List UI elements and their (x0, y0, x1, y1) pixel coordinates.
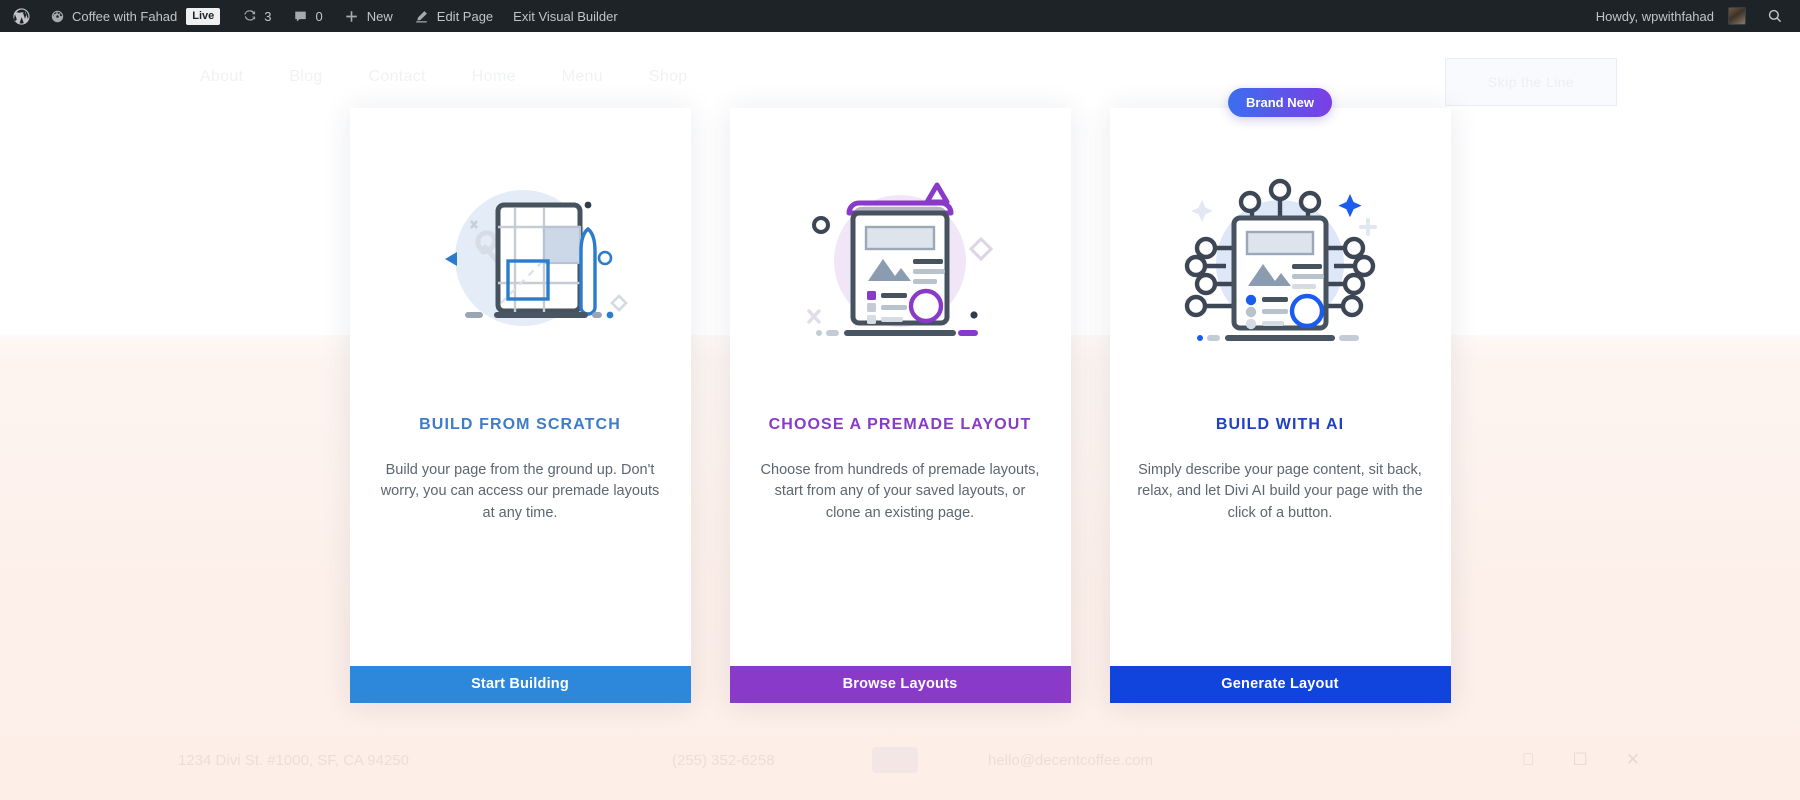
ai-circuit-page-illustration (1162, 108, 1398, 408)
comment-bubble-icon (292, 7, 310, 25)
footer-email: hello@decentcoffee.com (988, 751, 1154, 769)
new-content-menu[interactable]: New (333, 0, 403, 32)
skip-the-line-button[interactable]: Skip the Line (1445, 58, 1617, 106)
facebook-icon[interactable]:  (1522, 750, 1535, 770)
instagram-icon[interactable]: ☐ (1573, 750, 1588, 770)
plus-icon (343, 7, 361, 25)
admin-bar-left-group: Coffee with Fahad Live 3 0 New Edit Page… (0, 0, 628, 32)
card-3-title: BUILD WITH AI (1215, 415, 1345, 433)
dashboard-icon (48, 7, 66, 25)
wordpress-logo-icon (12, 7, 30, 25)
card-1-content: BUILD FROM SCRATCH Build your page from … (350, 108, 691, 666)
admin-bar-search-button[interactable] (1754, 0, 1800, 32)
x-twitter-icon[interactable]: ✕ (1626, 750, 1640, 770)
footer-social-links:  ☐ ✕ (1522, 750, 1640, 770)
premade-layout-page-illustration (785, 108, 1015, 408)
generate-layout-button[interactable]: Generate Layout (1109, 665, 1451, 703)
footer-logo (872, 747, 918, 773)
card-2-title: CHOOSE A PREMADE LAYOUT (768, 415, 1032, 433)
nav-item-menu[interactable]: Menu (562, 68, 603, 86)
card-3-content: BUILD WITH AI Simply describe your page … (1110, 108, 1451, 666)
card-build-with-ai[interactable]: Brand New BUILD WITH AI Simply describe … (1109, 87, 1451, 703)
comments-menu[interactable]: 0 (282, 0, 333, 32)
nav-item-home[interactable]: Home (472, 68, 516, 86)
nav-item-contact[interactable]: Contact (369, 68, 426, 86)
nav-item-about[interactable]: About (200, 68, 243, 86)
card-2-content: CHOOSE A PREMADE LAYOUT Choose from hund… (730, 108, 1071, 666)
admin-bar-right-group: Howdy, wpwithfahad (1584, 0, 1800, 32)
blueprint-grid-pencil-illustration (405, 108, 635, 408)
nav-item-blog[interactable]: Blog (289, 68, 322, 86)
wp-admin-bar: Coffee with Fahad Live 3 0 New Edit Page… (0, 0, 1800, 32)
updates-count: 3 (264, 8, 272, 24)
card-choose-premade-layout[interactable]: CHOOSE A PREMADE LAYOUT Choose from hund… (729, 107, 1071, 703)
updates-menu[interactable]: 3 (230, 0, 281, 32)
start-building-button[interactable]: Start Building (349, 665, 691, 703)
site-name-label: Coffee with Fahad (72, 8, 178, 24)
card-1-title: BUILD FROM SCRATCH (419, 415, 621, 433)
avatar (1728, 7, 1746, 25)
card-2-description: Choose from hundreds of premade layouts,… (760, 461, 1040, 521)
exit-visual-builder-button[interactable]: Exit Visual Builder (503, 0, 628, 32)
browse-layouts-button[interactable]: Browse Layouts (729, 665, 1071, 703)
wp-logo-menu[interactable] (0, 0, 38, 32)
comments-count: 0 (315, 8, 323, 24)
live-badge: Live (186, 7, 221, 25)
card-1-description: Build your page from the ground up. Don'… (380, 461, 660, 521)
pencil-icon (413, 7, 431, 25)
card-3-description: Simply describe your page content, sit b… (1137, 461, 1423, 521)
card-build-from-scratch[interactable]: BUILD FROM SCRATCH Build your page from … (349, 107, 691, 703)
site-footer: 1234 Divi St. #1000, SF, CA 94250 (255) … (0, 735, 1800, 785)
site-name-menu[interactable]: Coffee with Fahad Live (38, 0, 230, 32)
new-label: New (366, 8, 393, 24)
edit-page-label: Edit Page (436, 8, 494, 24)
footer-phone: (255) 352-6258 (672, 751, 775, 769)
site-nav: About Blog Contact Home Menu Shop (200, 68, 688, 86)
search-icon (1766, 7, 1784, 25)
my-account-menu[interactable]: Howdy, wpwithfahad (1584, 0, 1754, 32)
updates-icon (240, 7, 258, 25)
nav-item-shop[interactable]: Shop (649, 68, 688, 86)
howdy-label: Howdy, wpwithfahad (1595, 8, 1714, 24)
footer-address: 1234 Divi St. #1000, SF, CA 94250 (178, 751, 409, 769)
edit-page-menu[interactable]: Edit Page (403, 0, 503, 32)
brand-new-badge: Brand New (1228, 87, 1332, 117)
